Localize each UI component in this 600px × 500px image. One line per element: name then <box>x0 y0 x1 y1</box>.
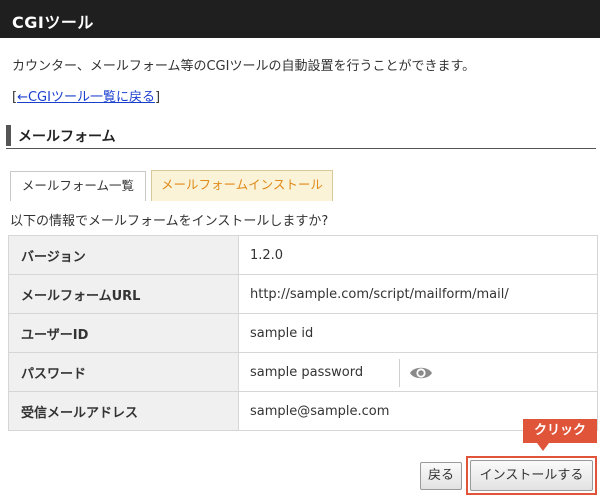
install-info-table: バージョン 1.2.0 メールフォームURL http://sample.com… <box>8 235 598 431</box>
row-label: パスワード <box>8 352 239 392</box>
page-description: カウンター、メールフォーム等のCGIツールの自動設置を行うことができます。 <box>12 59 476 74</box>
bracket-close: ] <box>154 90 161 105</box>
password-divider <box>399 359 400 387</box>
table-row: パスワード sample password <box>8 352 598 392</box>
section-heading: メールフォーム <box>6 125 596 149</box>
back-to-cgi-list-link[interactable]: ←CGIツール一覧に戻る <box>17 90 155 105</box>
install-button[interactable]: インストールする <box>470 460 593 491</box>
back-button[interactable]: 戻る <box>420 462 462 490</box>
section-title: メールフォーム <box>18 129 116 145</box>
header-bar: CGIツール <box>0 0 600 38</box>
row-label: ユーザーID <box>8 313 239 353</box>
table-row: バージョン 1.2.0 <box>8 235 598 275</box>
password-cell: sample password <box>238 352 598 392</box>
page-title: CGIツール <box>12 13 94 32</box>
section-heading-bar <box>6 125 11 146</box>
table-row: メールフォームURL http://sample.com/script/mail… <box>8 274 598 314</box>
click-annotation-badge: クリック <box>523 419 597 451</box>
user-id-value: sample id <box>238 313 598 353</box>
row-label: メールフォームURL <box>8 274 239 314</box>
version-value: 1.2.0 <box>238 235 598 275</box>
table-row: ユーザーID sample id <box>8 313 598 353</box>
tab-mailform-install[interactable]: メールフォームインストール <box>151 170 333 201</box>
back-link-wrapper: [←CGIツール一覧に戻る] <box>12 86 160 105</box>
confirm-question: 以下の情報でメールフォームをインストールしますか? <box>10 214 329 229</box>
eye-icon[interactable] <box>409 363 433 383</box>
row-label: 受信メールアドレス <box>8 391 239 431</box>
table-row: 受信メールアドレス sample@sample.com <box>8 391 598 431</box>
mailform-url-value: http://sample.com/script/mailform/mail/ <box>238 274 598 314</box>
password-value: sample password <box>250 364 364 380</box>
tab-mailform-list[interactable]: メールフォーム一覧 <box>10 171 146 201</box>
row-label: バージョン <box>8 235 239 275</box>
